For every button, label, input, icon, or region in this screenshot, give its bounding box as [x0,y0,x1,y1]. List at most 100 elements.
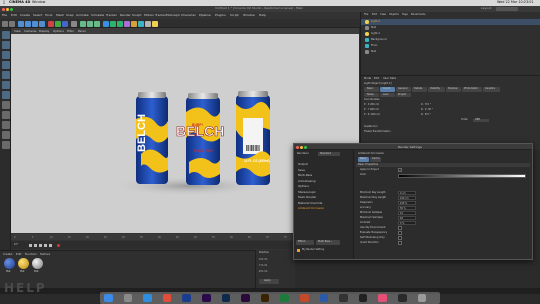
material-swatch-grey[interactable] [32,258,43,269]
tab-ao-cache[interactable]: Cache [370,157,381,162]
preset-label[interactable]: My Render Setting [302,248,324,251]
go-to-end-icon[interactable] [49,243,52,247]
premiere-icon[interactable] [202,293,211,302]
render-view-icon[interactable] [80,20,86,27]
window-menu[interactable]: Window [32,0,45,4]
mat-menu-edit[interactable]: Edit [16,252,21,256]
object-row[interactable]: Null [361,49,540,55]
coord-x[interactable]: X 0 cm [259,258,267,261]
attr-menu-mode[interactable]: Mode [364,77,371,81]
close-window-icon[interactable] [296,145,299,149]
material-swatch-yellow[interactable] [18,258,29,269]
illustrator-icon[interactable] [260,293,270,302]
coord-system-icon[interactable] [71,20,77,27]
light-icon[interactable] [152,20,158,27]
tab-visibility[interactable]: Visibility [428,87,445,92]
tab-coord[interactable]: Coord. [380,87,395,92]
record-icon[interactable] [57,243,60,247]
effect-button[interactable]: Effect... [296,240,314,245]
model-mode-icon[interactable] [1,41,10,49]
polygons-mode-icon[interactable] [1,91,10,99]
tab-caustics[interactable]: Caustics [483,87,500,92]
render-item-save[interactable]: Save [298,168,305,172]
workplane-icon[interactable] [1,61,10,69]
obj-menu-bookmarks[interactable]: Bookmarks [411,13,426,17]
undo-icon[interactable] [2,20,8,27]
tab-basic[interactable]: Basic [364,87,379,92]
menu-pipeline[interactable]: Pipeline [199,14,211,17]
obj-menu-tags[interactable]: Tags [402,13,408,17]
environment-icon[interactable] [138,20,144,27]
layout-dropdown[interactable] [496,7,518,11]
render-item-multipass[interactable]: Multi-Pass [298,174,312,177]
zoom-window-icon[interactable] [304,145,307,149]
finder-icon[interactable] [104,293,113,302]
zoom-window-icon[interactable] [10,7,13,11]
viewport-menu-filter[interactable]: Filter [67,29,74,33]
can-middle[interactable]: BELCH SODA POP BURP! [176,93,225,185]
word-icon[interactable] [319,293,329,302]
excel-icon[interactable] [280,293,289,302]
invert-direction-checkbox[interactable] [398,241,402,245]
scale-icon[interactable] [32,20,38,27]
menu-window[interactable]: Window [243,14,255,17]
menu-sculpt[interactable]: Sculpt [132,14,141,17]
obj-menu-view[interactable]: View [380,13,386,17]
move-icon[interactable] [25,20,31,27]
quaternion-section[interactable]: Quaternion [364,125,377,128]
rot-p-field[interactable]: R . P -30 ° [421,108,433,111]
solo-icon[interactable] [1,141,10,149]
tab-general[interactable]: General [396,87,411,92]
renderer-dropdown[interactable]: Standard [318,152,340,156]
dispersion-field[interactable]: 100 % [398,201,416,205]
photoshop-icon[interactable] [221,293,231,302]
edges-mode-icon[interactable] [1,81,10,89]
color-gradient[interactable] [398,173,526,178]
previous-frame-icon[interactable] [34,243,37,247]
menu-tracker[interactable]: Tracker [106,14,117,17]
lock-workplane-icon[interactable] [1,131,10,139]
pos-x-field[interactable]: P . X 200 cm [364,103,379,106]
minimize-window-icon[interactable] [300,145,303,149]
tab-details[interactable]: Details [412,87,427,92]
obj-menu-objects[interactable]: Objects [389,13,399,17]
render-item-ambient-occlusion[interactable]: Ambient Occlusion [298,207,324,210]
self-shadowing-checkbox[interactable] [398,236,402,240]
menu-file[interactable]: File [2,14,7,17]
material-swatch-blue[interactable] [4,258,15,269]
array-icon[interactable] [124,20,130,27]
tab-shadow[interactable]: Shadow [446,87,461,92]
menu-snap[interactable]: Snap [66,14,74,17]
attr-menu-user-data[interactable]: User Data [383,77,396,81]
points-mode-icon[interactable] [1,71,10,79]
obj-menu-edit[interactable]: Edit [372,13,377,17]
itunes-icon[interactable] [378,293,387,302]
close-window-icon[interactable] [2,7,5,11]
cube-icon[interactable] [103,20,109,27]
pos-y-field[interactable]: P . Y 400 cm [364,108,379,111]
menu-edit[interactable]: Edit [11,14,17,17]
x-axis-icon[interactable] [48,20,54,27]
menu-tools[interactable]: Tools [45,14,52,17]
deformer-icon[interactable] [131,20,137,27]
menu-simulate[interactable]: Simulate [91,14,104,17]
coord-z[interactable]: Z 0 cm [259,270,267,273]
launchpad-icon[interactable] [123,293,133,302]
trash-icon[interactable] [417,293,427,302]
app-menu[interactable]: CINEMA 4D [9,0,30,4]
powerpoint-icon[interactable] [300,293,309,302]
can-left[interactable]: BELCH [136,92,168,184]
coord-y[interactable]: Y 0 cm [259,264,267,267]
nurbs-icon[interactable] [117,20,123,27]
next-frame-icon[interactable] [44,243,47,247]
menu-mograph[interactable]: MoGraph [166,14,180,17]
multipass-button[interactable]: Multi-Pass... [316,240,340,245]
order-dropdown[interactable]: HPB [473,118,489,123]
tab-lens[interactable]: Lens [380,92,395,97]
safari-icon[interactable] [143,293,152,302]
min-samples-field[interactable]: 10 [398,211,416,215]
contrast-field[interactable]: 0 % [398,221,416,225]
max-samples-field[interactable]: 64 [398,216,416,220]
menu-character[interactable]: Character [181,14,196,17]
render-item-material-override[interactable]: Material Override [298,201,322,205]
